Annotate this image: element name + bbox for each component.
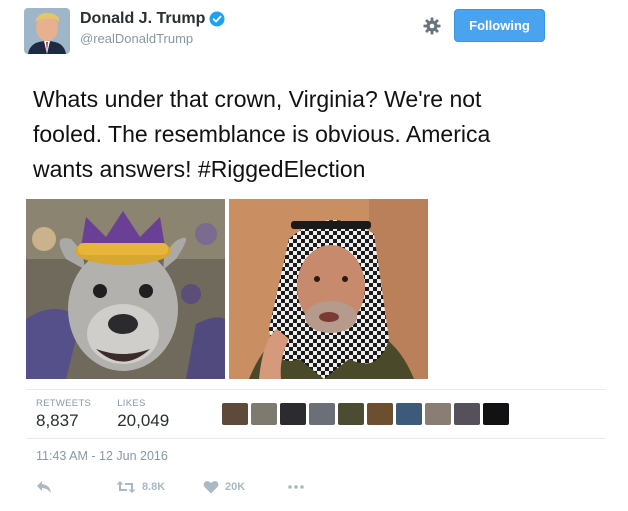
reply-button[interactable]	[36, 480, 116, 494]
tweet-timestamp[interactable]: 11:43 AM - 12 Jun 2016	[36, 449, 168, 463]
liker-avatar[interactable]	[483, 403, 509, 425]
gear-icon[interactable]	[422, 16, 442, 36]
liker-avatar[interactable]	[396, 403, 422, 425]
tweet-actions: 8.8K 20K	[36, 480, 305, 494]
author-name-row: Donald J. Trump	[80, 10, 225, 28]
tweet-text-line[interactable]: wants answers! #RiggedElection	[33, 152, 613, 187]
retweet-icon	[116, 480, 136, 494]
following-button[interactable]: Following	[454, 9, 545, 42]
likes-stat[interactable]: LIKES 20,049	[117, 398, 169, 431]
liker-avatar[interactable]	[251, 403, 277, 425]
likes-count: 20,049	[117, 411, 170, 430]
like-button[interactable]: 20K	[203, 480, 287, 494]
liker-avatar[interactable]	[454, 403, 480, 425]
verified-badge-icon	[209, 11, 225, 27]
more-options-button[interactable]	[287, 484, 305, 490]
portrait-photo[interactable]	[228, 199, 428, 379]
retweets-stat[interactable]: RETWEETS 8,837	[36, 398, 91, 431]
divider	[26, 438, 606, 439]
liker-avatar[interactable]	[338, 403, 364, 425]
retweets-count: 8,837	[36, 411, 79, 430]
liker-avatar[interactable]	[367, 403, 393, 425]
tweet-stats: RETWEETS 8,837 LIKES 20,049	[36, 398, 169, 431]
liker-avatar[interactable]	[425, 403, 451, 425]
liker-avatars	[222, 403, 509, 425]
retweets-label: RETWEETS	[36, 398, 92, 409]
reply-icon	[36, 480, 52, 494]
retweet-button[interactable]: 8.8K	[116, 480, 203, 494]
author-block: Donald J. Trump @realDonaldTrump	[80, 10, 225, 46]
liker-avatar[interactable]	[222, 403, 248, 425]
author-name[interactable]: Donald J. Trump	[80, 10, 205, 28]
liker-avatar[interactable]	[280, 403, 306, 425]
author-avatar[interactable]	[24, 8, 70, 54]
mascot-photo[interactable]	[26, 199, 226, 379]
tweet-text-line: Whats under that crown, Virginia? We're …	[33, 86, 482, 112]
tweet-text: Whats under that crown, Virginia? We're …	[33, 82, 613, 187]
like-count: 20K	[225, 481, 246, 493]
divider	[26, 389, 606, 390]
retweet-count: 8.8K	[142, 481, 166, 493]
tweet-text-line: fooled. The resemblance is obvious. Amer…	[33, 121, 491, 147]
tweet-header: Donald J. Trump @realDonaldTrump Followi…	[24, 6, 604, 56]
heart-icon	[203, 480, 219, 494]
more-dots-icon	[287, 484, 305, 490]
likes-label: LIKES	[117, 398, 146, 409]
tweet-media	[26, 199, 428, 379]
author-handle[interactable]: @realDonaldTrump	[80, 31, 225, 46]
liker-avatar[interactable]	[309, 403, 335, 425]
